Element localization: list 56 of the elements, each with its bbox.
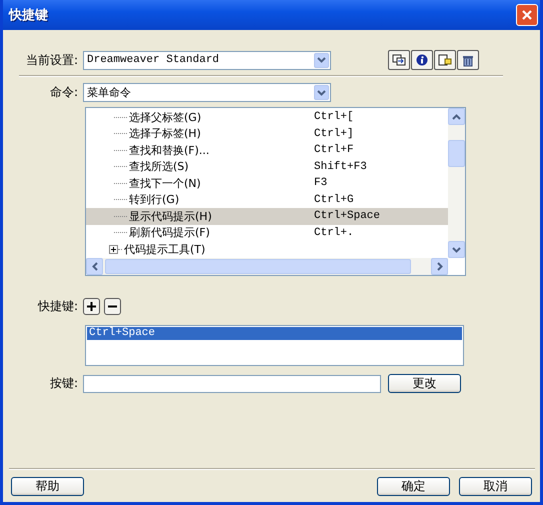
tree-item[interactable]: 选择父标签(G) Ctrl+[ bbox=[86, 109, 448, 126]
command-name: 选择父标签(G) bbox=[129, 110, 202, 125]
scroll-left-icon[interactable] bbox=[92, 262, 98, 271]
add-icon[interactable] bbox=[83, 298, 100, 315]
tree-item[interactable]: 刷新代码提示(F) Ctrl+. bbox=[86, 224, 448, 241]
cancel-button[interactable]: 取消 bbox=[459, 477, 532, 496]
field-label: 快捷键: bbox=[36, 298, 79, 315]
command-name: 选择子标签(H) bbox=[129, 126, 202, 142]
tree-item[interactable]: 查找下一个(N) F3 bbox=[86, 175, 448, 192]
field-label: 命令: bbox=[48, 84, 79, 101]
settings-dropdown[interactable]: Dreamweaver Standard bbox=[83, 50, 331, 70]
shortcut-text: Ctrl+. bbox=[314, 226, 354, 239]
shortcut-text: Ctrl+Space bbox=[314, 210, 380, 222]
close-button[interactable] bbox=[516, 4, 538, 26]
field-label: 当前设置: bbox=[24, 52, 79, 68]
expand-icon[interactable] bbox=[109, 244, 118, 254]
window-title: 快捷键 bbox=[9, 7, 48, 24]
scroll-right-icon[interactable] bbox=[436, 262, 442, 271]
shortcut-text: Ctrl+] bbox=[314, 128, 354, 140]
scroll-down-icon[interactable] bbox=[452, 246, 461, 252]
vertical-scrollbar[interactable] bbox=[448, 108, 465, 258]
tree-item[interactable]: 查找所选(S) Shift+F3 bbox=[86, 158, 448, 175]
command-name: 代码提示工具(T) bbox=[124, 242, 206, 257]
command-name: 查找和替换(F)... bbox=[129, 142, 210, 158]
field-label: 按键: bbox=[48, 375, 79, 392]
tree-item[interactable]: 代码提示工具(T) bbox=[86, 241, 448, 258]
scroll-thumb[interactable] bbox=[105, 259, 411, 274]
change-button[interactable]: 更改 bbox=[388, 374, 461, 393]
tree-item[interactable]: 选择子标签(H) Ctrl+] bbox=[86, 126, 448, 142]
help-button[interactable]: 帮助 bbox=[11, 477, 84, 496]
command-name: 查找下一个(N) bbox=[129, 176, 202, 191]
trash-icon[interactable] bbox=[457, 50, 479, 70]
list-item[interactable]: Ctrl+Space bbox=[87, 327, 462, 340]
scroll-up-icon[interactable] bbox=[452, 114, 461, 120]
remove-icon[interactable] bbox=[104, 298, 121, 315]
command-name: 查找所选(S) bbox=[129, 159, 190, 174]
shortcut-text: Ctrl+G bbox=[314, 194, 354, 206]
command-dropdown[interactable]: 菜单命令 bbox=[83, 83, 331, 102]
info-icon[interactable] bbox=[411, 50, 433, 70]
command-name: 显示代码提示(H) bbox=[129, 208, 213, 224]
horizontal-scrollbar[interactable] bbox=[86, 258, 448, 275]
shortcut-text: Shift+F3 bbox=[314, 160, 367, 173]
tree-item[interactable]: 显示代码提示(H) Ctrl+Space bbox=[86, 208, 448, 224]
tree-item[interactable]: 转到行(G) Ctrl+G bbox=[86, 192, 448, 208]
close-icon bbox=[521, 9, 533, 21]
duplicate-icon[interactable] bbox=[388, 50, 410, 70]
command-name: 转到行(G) bbox=[129, 192, 180, 208]
scroll-thumb[interactable] bbox=[448, 140, 465, 166]
command-name: 刷新代码提示(F) bbox=[129, 225, 211, 240]
tree-item[interactable]: 查找和替换(F)... Ctrl+F bbox=[86, 142, 448, 158]
export-icon[interactable] bbox=[434, 50, 456, 70]
shortcut-text: F3 bbox=[314, 177, 328, 190]
shortcut-text: Ctrl+[ bbox=[314, 111, 354, 124]
shortcut-text: Ctrl+F bbox=[314, 144, 354, 156]
ok-button[interactable]: 确定 bbox=[377, 477, 450, 496]
key-input-field[interactable] bbox=[83, 374, 381, 392]
